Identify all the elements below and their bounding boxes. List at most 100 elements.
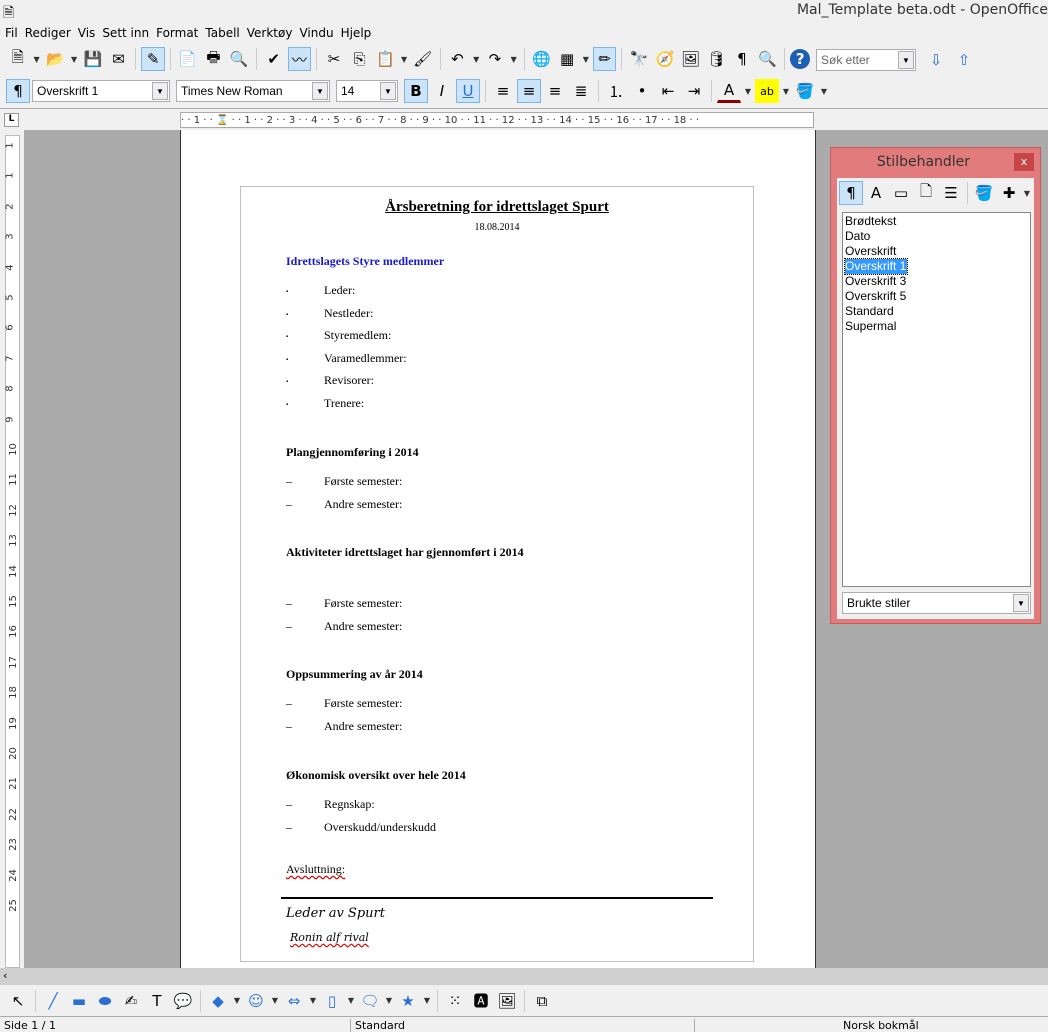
menu-format[interactable]: Format xyxy=(155,26,204,40)
menu-sett-inn[interactable]: Sett inn xyxy=(101,26,155,40)
chevron-down-icon[interactable]: ▼ xyxy=(399,55,409,64)
list-item[interactable]: Andre semester: xyxy=(324,497,402,512)
style-item[interactable]: Overskrift 3 xyxy=(845,274,1028,289)
italic-icon[interactable]: I xyxy=(430,79,454,103)
hyperlink-icon[interactable]: 🌐 xyxy=(530,47,554,71)
print-icon[interactable]: 🖶 xyxy=(202,47,226,71)
vertical-ruler[interactable]: 1 1 2 3 4 5 6 7 8 9 10 11 12 13 14 15 16 17 18 19 20 21 22 23 24… xyxy=(0,130,25,968)
new-style-icon[interactable]: ✚ xyxy=(997,181,1021,205)
font-size-select[interactable]: 14 ▼ xyxy=(336,80,398,102)
select-icon[interactable]: ↖ xyxy=(6,989,30,1013)
chevron-down-icon[interactable]: ▼ xyxy=(743,87,753,96)
fill-format-icon[interactable]: 🪣 xyxy=(972,181,996,205)
chevron-down-icon[interactable]: ▼ xyxy=(308,996,318,1005)
chevron-down-icon[interactable]: ▼ xyxy=(380,82,396,100)
fontwork-icon[interactable]: 🅰 xyxy=(469,989,493,1013)
style-item[interactable]: Overskrift 1 xyxy=(843,258,1028,275)
cut-icon[interactable]: ✂ xyxy=(322,47,346,71)
list-item[interactable]: Første semester: xyxy=(324,474,402,489)
align-left-icon[interactable]: ≡ xyxy=(491,79,515,103)
autospellcheck-icon[interactable]: 〰 xyxy=(287,47,312,71)
list-styles-icon[interactable]: ☰ xyxy=(939,181,963,205)
menu-tabell[interactable]: Tabell xyxy=(204,26,245,40)
section-heading[interactable]: Aktiviteter idrettslaget har gjennomført… xyxy=(286,545,524,560)
freeform-icon[interactable]: ✍ xyxy=(119,989,143,1013)
line-icon[interactable]: ╱ xyxy=(41,989,65,1013)
chevron-down-icon[interactable]: ▼ xyxy=(781,87,791,96)
paragraph-style-select[interactable]: Overskrift 1 ▼ xyxy=(32,80,170,102)
highlight-icon[interactable]: ab xyxy=(755,79,779,103)
table-icon[interactable]: ▦ xyxy=(555,47,579,71)
style-item[interactable]: Dato xyxy=(845,229,1028,244)
chevron-down-icon[interactable]: ▼ xyxy=(509,55,519,64)
scroll-left-icon[interactable]: ‹ xyxy=(3,969,7,982)
chevron-down-icon[interactable]: ▼ xyxy=(32,55,42,64)
horizontal-scrollbar[interactable]: ‹ xyxy=(0,968,1048,985)
copy-icon[interactable]: ⎘ xyxy=(348,47,372,71)
chevron-down-icon[interactable]: ▼ xyxy=(471,55,481,64)
stars-icon[interactable]: ★ xyxy=(396,989,420,1013)
numbering-icon[interactable]: ⒈ xyxy=(604,79,628,103)
underline-icon[interactable]: U xyxy=(456,79,480,103)
search-input[interactable]: Søk etter ▼ xyxy=(816,49,916,71)
data-sources-icon[interactable]: 🛢 xyxy=(704,47,728,71)
from-file-icon[interactable]: 🖼 xyxy=(495,989,519,1013)
help-icon[interactable]: ? xyxy=(790,49,811,69)
list-item[interactable]: Første semester: xyxy=(324,696,402,711)
style-filter-select[interactable]: Brukte stiler ▼ xyxy=(842,592,1031,614)
email-icon[interactable]: ✉ xyxy=(107,47,131,71)
rectangle-icon[interactable]: ▬ xyxy=(67,989,91,1013)
page-style[interactable]: Standard xyxy=(350,1019,405,1032)
font-color-icon[interactable]: A xyxy=(717,79,741,103)
chevron-down-icon[interactable]: ▼ xyxy=(819,87,829,96)
menu-vis[interactable]: Vis xyxy=(77,26,102,40)
section-heading[interactable]: Plangjennomføring i 2014 xyxy=(286,445,419,460)
ellipse-icon[interactable]: ⬬ xyxy=(93,989,117,1013)
chevron-down-icon[interactable]: ▼ xyxy=(1022,189,1032,198)
chevron-down-icon[interactable]: ▼ xyxy=(898,51,914,69)
increase-indent-icon[interactable]: ⇥ xyxy=(682,79,706,103)
section-heading[interactable]: Idrettslagets Styre medlemmer xyxy=(286,254,444,269)
chevron-down-icon[interactable]: ▼ xyxy=(346,996,356,1005)
signature-title[interactable]: Leder av Spurt xyxy=(286,906,385,921)
points-icon[interactable]: ⁙ xyxy=(443,989,467,1013)
find-previous-icon[interactable]: ⇧ xyxy=(952,48,976,72)
close-icon[interactable]: x xyxy=(1014,153,1034,171)
align-center-icon[interactable]: ≡ xyxy=(517,79,541,103)
background-color-icon[interactable]: 🪣 xyxy=(793,79,817,103)
find-replace-icon[interactable]: 🔭 xyxy=(627,47,651,71)
document-title[interactable]: Årsberetning for idrettslaget Spurt xyxy=(240,199,754,216)
gallery-icon[interactable]: 🖼 xyxy=(679,47,703,71)
symbol-shapes-icon[interactable]: ☺ xyxy=(244,989,268,1013)
chevron-down-icon[interactable]: ▼ xyxy=(232,996,242,1005)
list-item[interactable]: Regnskap: xyxy=(324,797,375,812)
frame-styles-icon[interactable]: ▭ xyxy=(889,181,913,205)
chevron-down-icon[interactable]: ▼ xyxy=(581,55,591,64)
menu-fil[interactable]: Fil xyxy=(4,26,24,40)
chevron-down-icon[interactable]: ▼ xyxy=(384,996,394,1005)
open-folder-icon[interactable]: 📂 xyxy=(44,47,68,71)
block-arrows-icon[interactable]: ⇔ xyxy=(282,989,306,1013)
section-heading[interactable]: Oppsummering av år 2014 xyxy=(286,667,423,682)
new-document-icon[interactable]: 🗎 xyxy=(6,47,30,71)
style-item[interactable]: Standard xyxy=(845,304,1028,319)
bullets-icon[interactable]: • xyxy=(630,79,654,103)
text-icon[interactable]: T xyxy=(145,989,169,1013)
save-icon[interactable]: 💾 xyxy=(81,47,105,71)
chevron-down-icon[interactable]: ▼ xyxy=(270,996,280,1005)
callout-icon[interactable]: 💬 xyxy=(171,989,195,1013)
list-item[interactable]: Nestleder: xyxy=(324,306,373,321)
spellcheck-icon[interactable]: ✔ xyxy=(262,47,286,71)
style-item[interactable]: Supermal xyxy=(845,319,1028,334)
character-styles-icon[interactable]: A xyxy=(864,181,888,205)
closing-text[interactable]: Avsluttning: xyxy=(286,862,345,877)
flowchart-icon[interactable]: ▯ xyxy=(320,989,344,1013)
styles-formatting-icon[interactable]: ¶ xyxy=(6,79,30,103)
menu-vindu[interactable]: Vindu xyxy=(298,26,339,40)
chevron-down-icon[interactable]: ▼ xyxy=(1013,594,1029,612)
document-date[interactable]: 18.08.2014 xyxy=(240,222,754,233)
chevron-down-icon[interactable]: ▼ xyxy=(69,55,79,64)
signature-name[interactable]: Ronin alf rival xyxy=(290,931,369,944)
list-item[interactable]: Leder: xyxy=(324,283,355,298)
style-item[interactable]: Overskrift xyxy=(845,244,1028,259)
